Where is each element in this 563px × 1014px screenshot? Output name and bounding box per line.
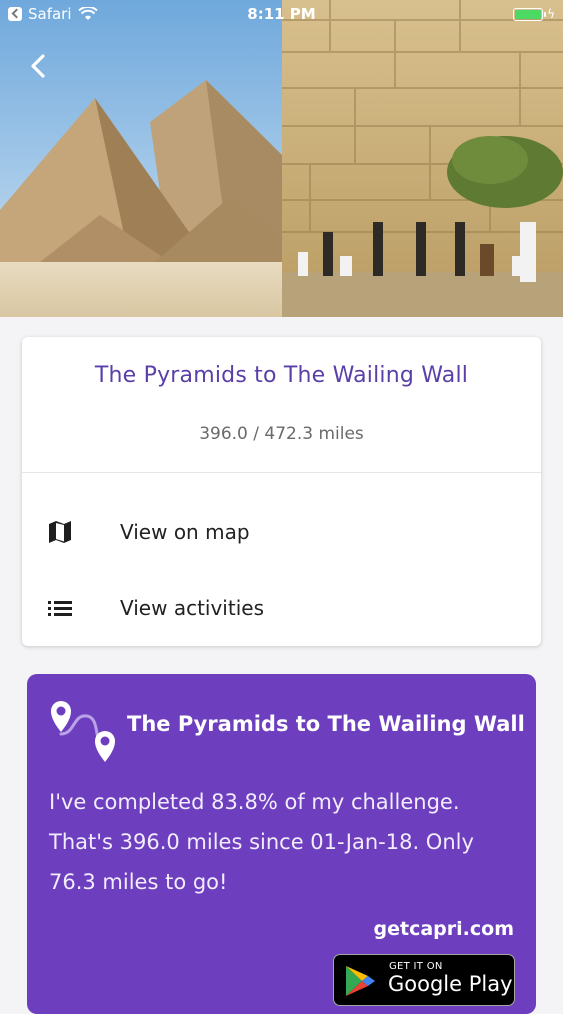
- wailing-wall-photo: [282, 0, 563, 317]
- share-card: The Pyramids to The Wailing Wall I've co…: [27, 674, 536, 1014]
- back-button[interactable]: [26, 52, 54, 80]
- play-badge-big-text: Google Play: [388, 972, 513, 996]
- card-divider: [22, 472, 541, 473]
- clock: 8:11 PM: [247, 5, 316, 23]
- view-activities-button[interactable]: View activities: [22, 576, 541, 640]
- challenge-title: The Pyramids to The Wailing Wall: [94, 363, 469, 388]
- route-pins-icon: [51, 701, 115, 762]
- view-activities-label: View activities: [120, 596, 264, 620]
- challenge-card: The Pyramids to The Wailing Wall 396.0 /…: [22, 337, 541, 646]
- share-title: The Pyramids to The Wailing Wall: [127, 712, 525, 736]
- pyramids-photo: [0, 0, 282, 317]
- play-badge-small-text: GET IT ON: [389, 961, 443, 972]
- share-site: getcapri.com: [373, 918, 514, 940]
- google-play-icon: [346, 966, 375, 996]
- hero-image: [0, 0, 563, 317]
- challenge-distance: 396.0 / 472.3 miles: [199, 424, 364, 444]
- view-on-map-label: View on map: [120, 520, 250, 544]
- battery-icon: [513, 7, 547, 21]
- view-on-map-button[interactable]: View on map: [22, 500, 541, 564]
- battery-level: [515, 9, 542, 19]
- google-play-badge[interactable]: GET IT ON Google Play: [333, 954, 515, 1006]
- share-message: I've completed 83.8% of my challenge. Th…: [49, 790, 474, 894]
- list-icon: [46, 594, 74, 622]
- map-icon: [46, 518, 74, 546]
- chevron-left-icon: [31, 54, 45, 78]
- charging-icon: ϟ: [547, 7, 555, 21]
- status-bar: Safari 8:11 PM ϟ: [0, 0, 563, 30]
